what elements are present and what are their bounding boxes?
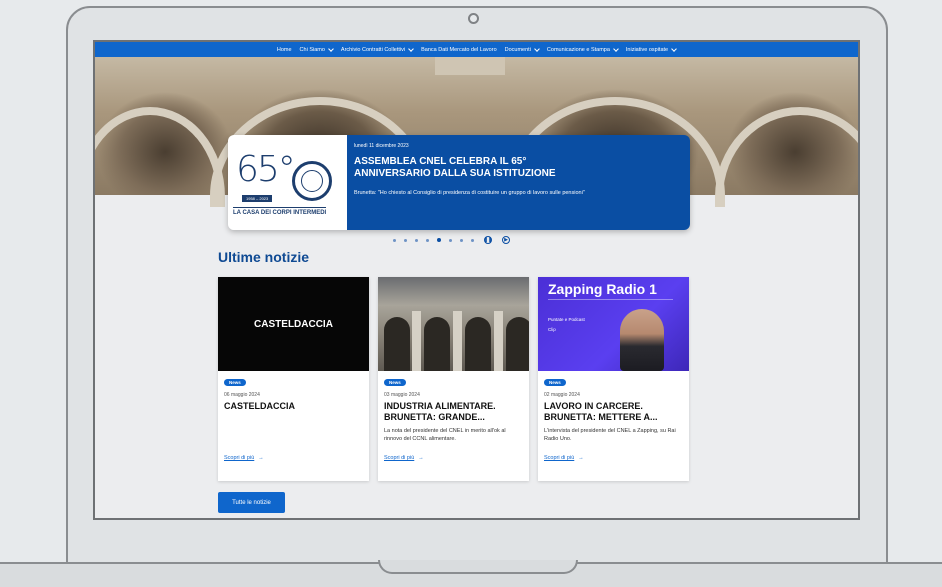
cnel-seal-icon [292, 161, 332, 201]
nav-item-iniziative[interactable]: Iniziative ospitate [626, 45, 677, 53]
carousel-dot[interactable] [415, 238, 418, 242]
news-title[interactable]: CASTELDACCIA [224, 401, 363, 412]
hero-title[interactable]: ASSEMBLEA CNEL CELEBRA IL 65° ANNIVERSAR… [354, 156, 594, 180]
person-photo [620, 309, 664, 371]
main-nav: Home Chi Siamo Archivio Contratti Collet… [95, 42, 858, 57]
news-badge: News [384, 379, 406, 386]
pause-icon[interactable]: ❚❚ [484, 236, 492, 244]
chevron-down-icon [671, 45, 677, 52]
ceiling-decoration [435, 57, 505, 75]
carousel-dot[interactable] [404, 238, 407, 242]
news-title[interactable]: INDUSTRIA ALIMENTARE. BRUNETTA: GRANDE..… [384, 401, 523, 423]
hero-date: lunedì 11 dicembre 2023 [354, 143, 409, 149]
read-more-link[interactable]: Scopri di più → [224, 455, 264, 461]
news-desc: L'intervista del presidente del CNEL a Z… [544, 428, 676, 442]
news-date: 03 maggio 2024 [384, 392, 420, 398]
nav-item-documenti[interactable]: Documenti [505, 45, 540, 53]
news-date: 02 maggio 2024 [544, 392, 580, 398]
news-badge: News [224, 379, 246, 386]
cnel-65-logo: 65° 1958 – 2023 LA CASA DEI CORPI INTERM… [228, 135, 347, 230]
nav-item-banca-dati[interactable]: Banca Dati Mercato del Lavoro [421, 47, 497, 53]
arrow-right-icon: → [258, 455, 264, 461]
news-badge: News [544, 379, 566, 386]
news-card-image: CASTELDACCIA [218, 277, 369, 371]
laptop-notch [378, 560, 578, 574]
news-date: 06 maggio 2024 [224, 392, 260, 398]
news-card-image [378, 277, 529, 371]
carousel-dot[interactable] [460, 238, 463, 242]
carousel-indicators: ❚❚ ▶ [393, 236, 510, 244]
screen: Home Chi Siamo Archivio Contratti Collet… [93, 40, 860, 520]
hero-text-panel: lunedì 11 dicembre 2023 ASSEMBLEA CNEL C… [347, 135, 690, 230]
carousel-dot[interactable] [471, 238, 474, 242]
news-card[interactable]: News 03 maggio 2024 INDUSTRIA ALIMENTARE… [378, 277, 529, 481]
nav-item-archivio[interactable]: Archivio Contratti Collettivi [341, 45, 414, 53]
news-card-image: Zapping Radio 1 Puntate e Podcast Clip [538, 277, 689, 371]
news-title[interactable]: LAVORO IN CARCERE. BRUNETTA: METTERE A..… [544, 401, 683, 423]
section-title: Ultime notizie [218, 249, 310, 265]
chevron-down-icon [613, 45, 619, 52]
read-more-link[interactable]: Scopri di più → [384, 455, 424, 461]
carousel-dot[interactable] [449, 238, 452, 242]
nav-item-home[interactable]: Home [277, 47, 292, 53]
chevron-down-icon [328, 45, 334, 52]
camera-icon [468, 13, 479, 24]
carousel-dot[interactable] [426, 238, 429, 242]
arrow-right-icon: → [578, 455, 584, 461]
carousel-dot[interactable] [393, 238, 396, 242]
chevron-down-icon [534, 45, 540, 52]
nav-item-comunicazione[interactable]: Comunicazione e Stampa [547, 45, 619, 53]
nav-item-chi-siamo[interactable]: Chi Siamo [300, 45, 334, 53]
arch-decoration [95, 107, 225, 207]
chevron-down-icon [408, 45, 414, 52]
all-news-button[interactable]: Tutte le notizie [218, 492, 285, 513]
news-card[interactable]: CASTELDACCIA News 06 maggio 2024 CASTELD… [218, 277, 369, 481]
hero-slide[interactable]: 65° 1958 – 2023 LA CASA DEI CORPI INTERM… [228, 135, 690, 230]
play-icon[interactable]: ▶ [502, 236, 510, 244]
news-desc: La nota del presidente del CNEL in merit… [384, 428, 506, 442]
read-more-link[interactable]: Scopri di più → [544, 455, 584, 461]
arrow-right-icon: → [418, 455, 424, 461]
hero-subtitle: Brunetta: "Ho chiesto al Consiglio di pr… [354, 190, 585, 196]
carousel-dot-active[interactable] [437, 238, 441, 242]
news-card[interactable]: Zapping Radio 1 Puntate e Podcast Clip N… [538, 277, 689, 481]
arch-decoration [715, 107, 858, 207]
